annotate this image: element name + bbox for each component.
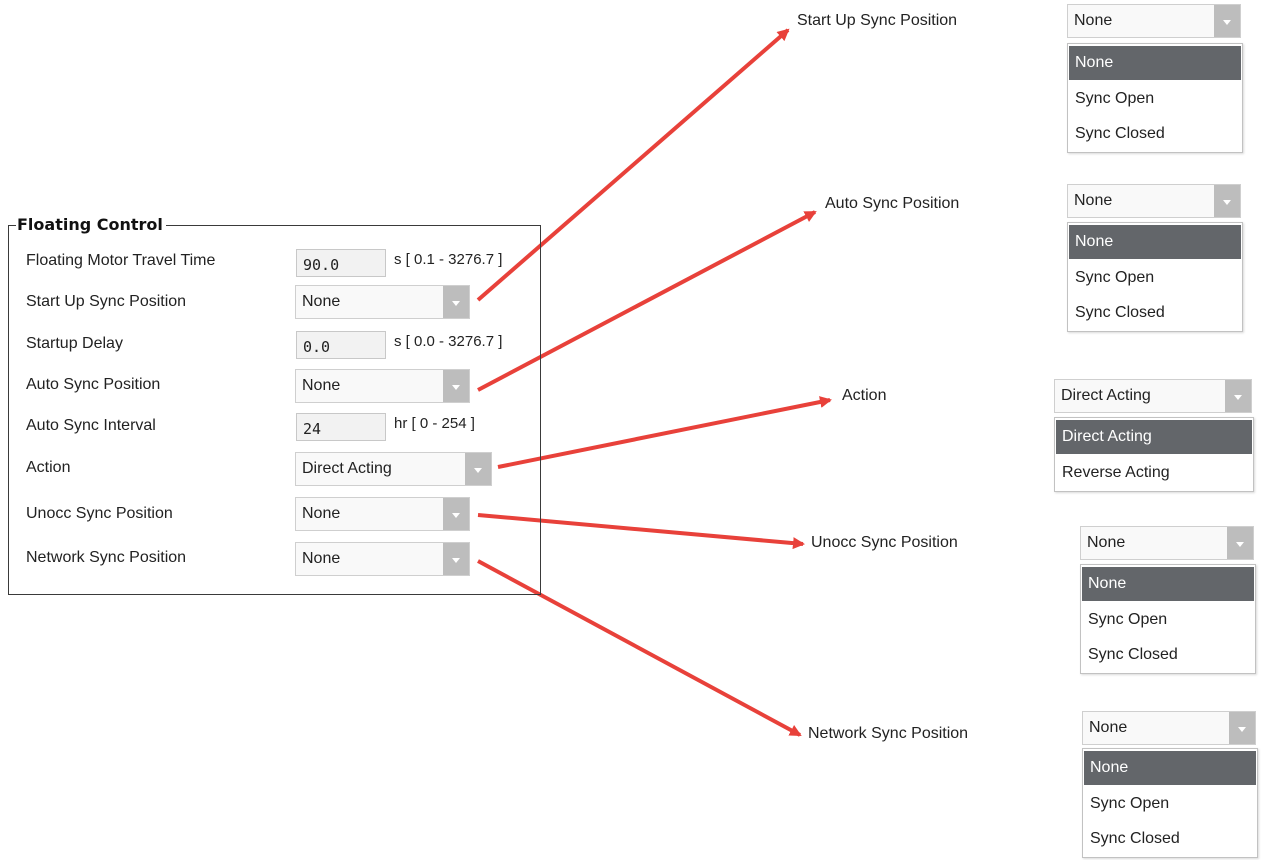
action-label: Action [26,459,71,476]
select-value: None [1074,12,1113,29]
unocc-sync-position-label: Unocc Sync Position [26,505,173,522]
callout-unocc-sync-label: Unocc Sync Position [811,534,958,551]
dropdown-option[interactable]: None [1082,567,1254,601]
group-title: Floating Control [16,215,166,234]
select-value: None [302,293,341,310]
callout-action-select[interactable]: Direct Acting [1054,379,1252,413]
floating-motor-travel-time-range: s [ 0.1 - 3276.7 ] [394,251,503,268]
dropdown-option[interactable]: Sync Open [1082,603,1254,637]
dropdown-option[interactable]: Sync Closed [1069,117,1241,151]
dropdown-option[interactable]: Sync Closed [1082,638,1254,672]
chevron-down-icon[interactable] [465,453,491,485]
select-value: Direct Acting [302,460,392,477]
dropdown-option[interactable]: None [1084,751,1256,785]
startup-delay-range: s [ 0.0 - 3276.7 ] [394,333,503,350]
startup-delay-label: Startup Delay [26,335,123,352]
dropdown-option[interactable]: None [1069,46,1241,80]
callout-start-up-sync-label: Start Up Sync Position [797,12,958,29]
startup-delay-input[interactable]: 0.0 [296,331,386,359]
callout-network-sync-label: Network Sync Position [808,725,969,742]
callout-auto-sync-label: Auto Sync Position [825,195,960,212]
floating-control-group [8,225,541,595]
chevron-down-icon[interactable] [1214,5,1240,37]
chevron-down-icon[interactable] [1214,185,1240,217]
chevron-down-icon[interactable] [1229,712,1255,744]
action-select[interactable]: Direct Acting [295,452,492,486]
chevron-down-icon[interactable] [1227,527,1253,559]
auto-sync-position-select[interactable]: None [295,369,470,403]
dropdown-option[interactable]: Sync Open [1069,82,1241,116]
chevron-down-icon[interactable] [443,543,469,575]
dropdown-option[interactable]: Sync Open [1069,261,1241,295]
dropdown-option[interactable]: Sync Closed [1084,822,1256,856]
callout-unocc-sync-dropdown: None Sync Open Sync Closed [1080,564,1256,674]
callout-network-sync-select[interactable]: None [1082,711,1256,745]
select-value: None [1087,534,1126,551]
unocc-sync-position-select[interactable]: None [295,497,470,531]
callout-start-up-sync-dropdown: None Sync Open Sync Closed [1067,43,1243,153]
callout-network-sync-dropdown: None Sync Open Sync Closed [1082,748,1258,858]
callout-auto-sync-dropdown: None Sync Open Sync Closed [1067,222,1243,332]
select-value: Direct Acting [1061,387,1151,404]
select-value: None [302,377,341,394]
callout-auto-sync-select[interactable]: None [1067,184,1241,218]
auto-sync-interval-range: hr [ 0 - 254 ] [394,415,475,432]
start-up-sync-position-select[interactable]: None [295,285,470,319]
callout-action-dropdown: Direct Acting Reverse Acting [1054,417,1254,492]
chevron-down-icon[interactable] [443,286,469,318]
auto-sync-position-label: Auto Sync Position [26,376,161,393]
select-value: None [302,505,341,522]
floating-motor-travel-time-input[interactable]: 90.0 [296,249,386,277]
callout-action-label: Action [842,387,887,404]
callout-unocc-sync-select[interactable]: None [1080,526,1254,560]
dropdown-option[interactable]: Sync Open [1084,787,1256,821]
start-up-sync-position-label: Start Up Sync Position [26,293,187,310]
auto-sync-interval-input[interactable]: 24 [296,413,386,441]
floating-motor-travel-time-label: Floating Motor Travel Time [26,252,216,269]
network-sync-position-select[interactable]: None [295,542,470,576]
chevron-down-icon[interactable] [443,370,469,402]
chevron-down-icon[interactable] [443,498,469,530]
callout-start-up-sync-select[interactable]: None [1067,4,1241,38]
dropdown-option[interactable]: None [1069,225,1241,259]
network-sync-position-label: Network Sync Position [26,549,187,566]
dropdown-option[interactable]: Sync Closed [1069,296,1241,330]
dropdown-option[interactable]: Direct Acting [1056,420,1252,454]
auto-sync-interval-label: Auto Sync Interval [26,417,156,434]
arrow-action [497,396,832,469]
select-value: None [302,550,341,567]
select-value: None [1074,192,1113,209]
select-value: None [1089,719,1128,736]
chevron-down-icon[interactable] [1225,380,1251,412]
dropdown-option[interactable]: Reverse Acting [1056,456,1252,490]
